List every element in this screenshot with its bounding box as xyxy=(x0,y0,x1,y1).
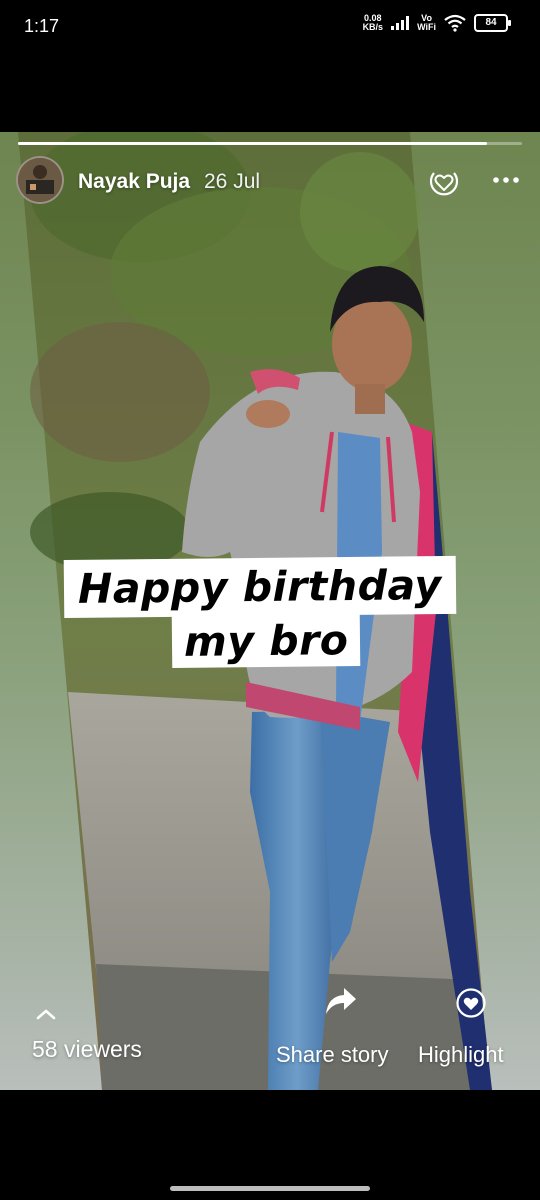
viewers-count: 58 viewers xyxy=(32,1036,142,1062)
heart-circle-icon[interactable] xyxy=(426,164,462,200)
story-progress-bar xyxy=(18,142,522,145)
caption-line-1: Happy birthday xyxy=(63,555,456,618)
caption-line-2: my bro xyxy=(171,614,361,668)
navigation-bar xyxy=(0,1090,540,1200)
battery-icon: 84 xyxy=(474,14,511,32)
status-indicators: 0.08 KB/s Vo WiFi 84 xyxy=(363,14,511,32)
more-dots-icon[interactable] xyxy=(492,174,520,186)
vowifi-bottom: WiFi xyxy=(417,22,436,32)
story-header: Nayak Puja 26 Jul xyxy=(16,156,524,206)
vowifi-indicator: Vo WiFi xyxy=(417,14,436,32)
network-speed: 0.08 KB/s xyxy=(363,14,384,32)
cell-signal-icon xyxy=(391,16,410,30)
story-author-name[interactable]: Nayak Puja xyxy=(78,170,190,194)
avatar-image xyxy=(18,158,62,202)
home-indicator[interactable] xyxy=(170,1186,370,1191)
profile-avatar[interactable] xyxy=(16,156,64,204)
story-viewer-screen: 1:17 0.08 KB/s Vo WiFi 84 Nayak Puja 26 … xyxy=(0,0,540,1200)
highlight-heart-circle-icon xyxy=(456,988,486,1018)
chevron-up-icon xyxy=(36,1009,56,1020)
highlight-label: Highlight xyxy=(418,1042,504,1067)
story-progress-fill xyxy=(18,142,487,145)
highlight-button[interactable]: Highlight xyxy=(418,984,528,1068)
wifi-icon xyxy=(444,14,466,32)
status-time: 1:17 xyxy=(24,16,60,36)
status-bar: 1:17 0.08 KB/s Vo WiFi 84 xyxy=(0,0,540,52)
share-arrow-icon xyxy=(326,988,356,1014)
share-story-label: Share story xyxy=(276,1042,389,1067)
story-content[interactable]: Nayak Puja 26 Jul Happy birthday my bro … xyxy=(0,132,540,1090)
network-speed-unit: KB/s xyxy=(362,22,384,32)
share-story-button[interactable]: Share story xyxy=(276,984,410,1068)
story-date: 26 Jul xyxy=(204,170,261,193)
